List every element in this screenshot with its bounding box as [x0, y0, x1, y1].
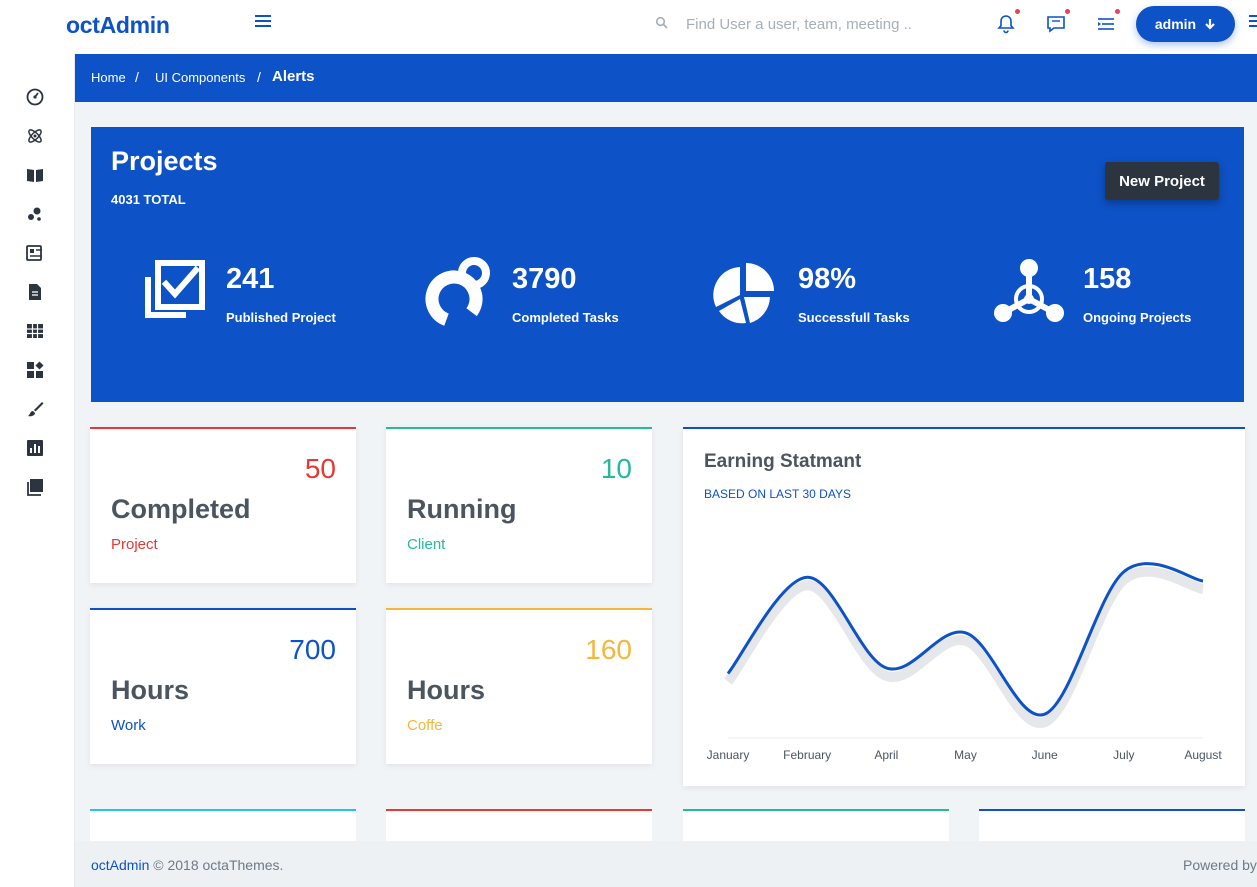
card-title: Running	[407, 494, 517, 524]
x-tick-label: April	[874, 748, 898, 762]
projects-banner: Projects 4031 TOTAL New Project 241 Publ…	[91, 127, 1244, 402]
breadcrumb-separator: /	[257, 69, 261, 85]
card-subtitle: Coffe	[407, 717, 443, 734]
check-box-icon	[145, 260, 205, 318]
stat-value: 158	[1083, 263, 1132, 295]
arrow-down-icon	[1205, 19, 1215, 30]
stat-label: Published Project	[226, 310, 336, 325]
card-number: 50	[304, 453, 336, 484]
top-navbar: octAdmin admin	[0, 0, 1257, 54]
card-title: Hours	[111, 675, 190, 705]
footer: octAdmin © 2018 octaThemes. Powered by	[75, 841, 1257, 887]
x-tick-label: January	[707, 748, 750, 762]
x-tick-label: July	[1113, 748, 1134, 762]
breadcrumb-current: Alerts	[272, 68, 315, 85]
sidebar	[0, 54, 75, 887]
bar-chart-icon[interactable]	[25, 438, 45, 458]
stat-value: 98%	[798, 263, 857, 295]
coffee-hours-card: 160 Hours Coffe	[386, 608, 652, 764]
right-menu-icon[interactable]	[1249, 15, 1257, 29]
widgets-icon[interactable]	[25, 243, 45, 263]
collections-icon[interactable]	[25, 477, 45, 497]
app-logo[interactable]: octAdmin	[66, 12, 170, 39]
hub-icon	[994, 259, 1064, 322]
search-input[interactable]	[686, 10, 946, 38]
book-icon[interactable]	[25, 165, 45, 185]
document-icon[interactable]	[25, 282, 45, 302]
bubbles-icon[interactable]	[25, 204, 45, 224]
task-dot	[1115, 9, 1120, 14]
projects-total: 4031 TOTAL	[111, 192, 186, 207]
donut-icon	[425, 257, 490, 328]
notification-dot	[1015, 9, 1020, 14]
stat-value: 3790	[512, 263, 577, 295]
card-title: Completed	[111, 494, 251, 524]
card-subtitle: Project	[111, 536, 158, 553]
search-icon	[655, 16, 668, 29]
x-tick-label: May	[954, 748, 977, 762]
notifications-bell-icon[interactable]	[994, 9, 1020, 36]
new-project-button[interactable]: New Project	[1105, 162, 1219, 200]
admin-dropdown-button[interactable]: admin	[1136, 6, 1235, 42]
completed-projects-card: 50 Completed Project	[90, 427, 356, 583]
running-clients-card: 10 Running Client	[386, 427, 652, 583]
admin-label: admin	[1154, 16, 1197, 32]
messages-icon[interactable]	[1044, 9, 1070, 36]
card-number: 160	[585, 634, 632, 665]
x-tick-label: August	[1184, 748, 1222, 762]
stat-value: 241	[226, 263, 275, 295]
stat-label: Completed Tasks	[512, 310, 619, 325]
earning-line-chart: January February April May June July August	[707, 562, 1222, 762]
projects-title: Projects	[111, 146, 218, 176]
card-title: Hours	[407, 675, 486, 705]
card-subtitle: Client	[407, 536, 446, 553]
footer-brand-link[interactable]: octAdmin	[91, 857, 149, 873]
stat-label: Successfull Tasks	[798, 310, 910, 325]
series-line-shadow	[723, 566, 1205, 728]
message-dot	[1065, 9, 1070, 14]
table-icon[interactable]	[25, 321, 45, 341]
atom-icon[interactable]	[25, 126, 45, 146]
breadcrumb-home[interactable]: Home	[91, 70, 126, 85]
breadcrumb-separator: /	[135, 69, 139, 85]
breadcrumb: Home / UI Components / Alerts	[75, 54, 1257, 102]
x-tick-label: June	[1032, 748, 1058, 762]
breadcrumb-ui-components[interactable]: UI Components	[155, 70, 245, 85]
brush-icon[interactable]	[25, 399, 45, 419]
x-tick-label: February	[783, 748, 831, 762]
menu-toggle-icon[interactable]	[255, 15, 271, 29]
tasks-icon[interactable]	[1094, 9, 1120, 36]
pie-chart-icon	[713, 263, 774, 324]
footer-text: © 2018 octaThemes.	[153, 857, 284, 873]
footer-copyright: octAdmin © 2018 octaThemes.	[91, 857, 283, 873]
footer-powered-by: Powered by	[1183, 857, 1257, 873]
dashboard-icon[interactable]	[25, 87, 45, 107]
earning-statement-card: Earning Statmant BASED ON LAST 30 DAYS J…	[683, 427, 1245, 786]
card-number: 700	[289, 634, 336, 665]
card-number: 10	[600, 453, 632, 484]
apps-icon[interactable]	[25, 360, 45, 380]
stat-label: Ongoing Projects	[1083, 310, 1192, 325]
work-hours-card: 700 Hours Work	[90, 608, 356, 764]
card-subtitle: Work	[111, 717, 146, 734]
